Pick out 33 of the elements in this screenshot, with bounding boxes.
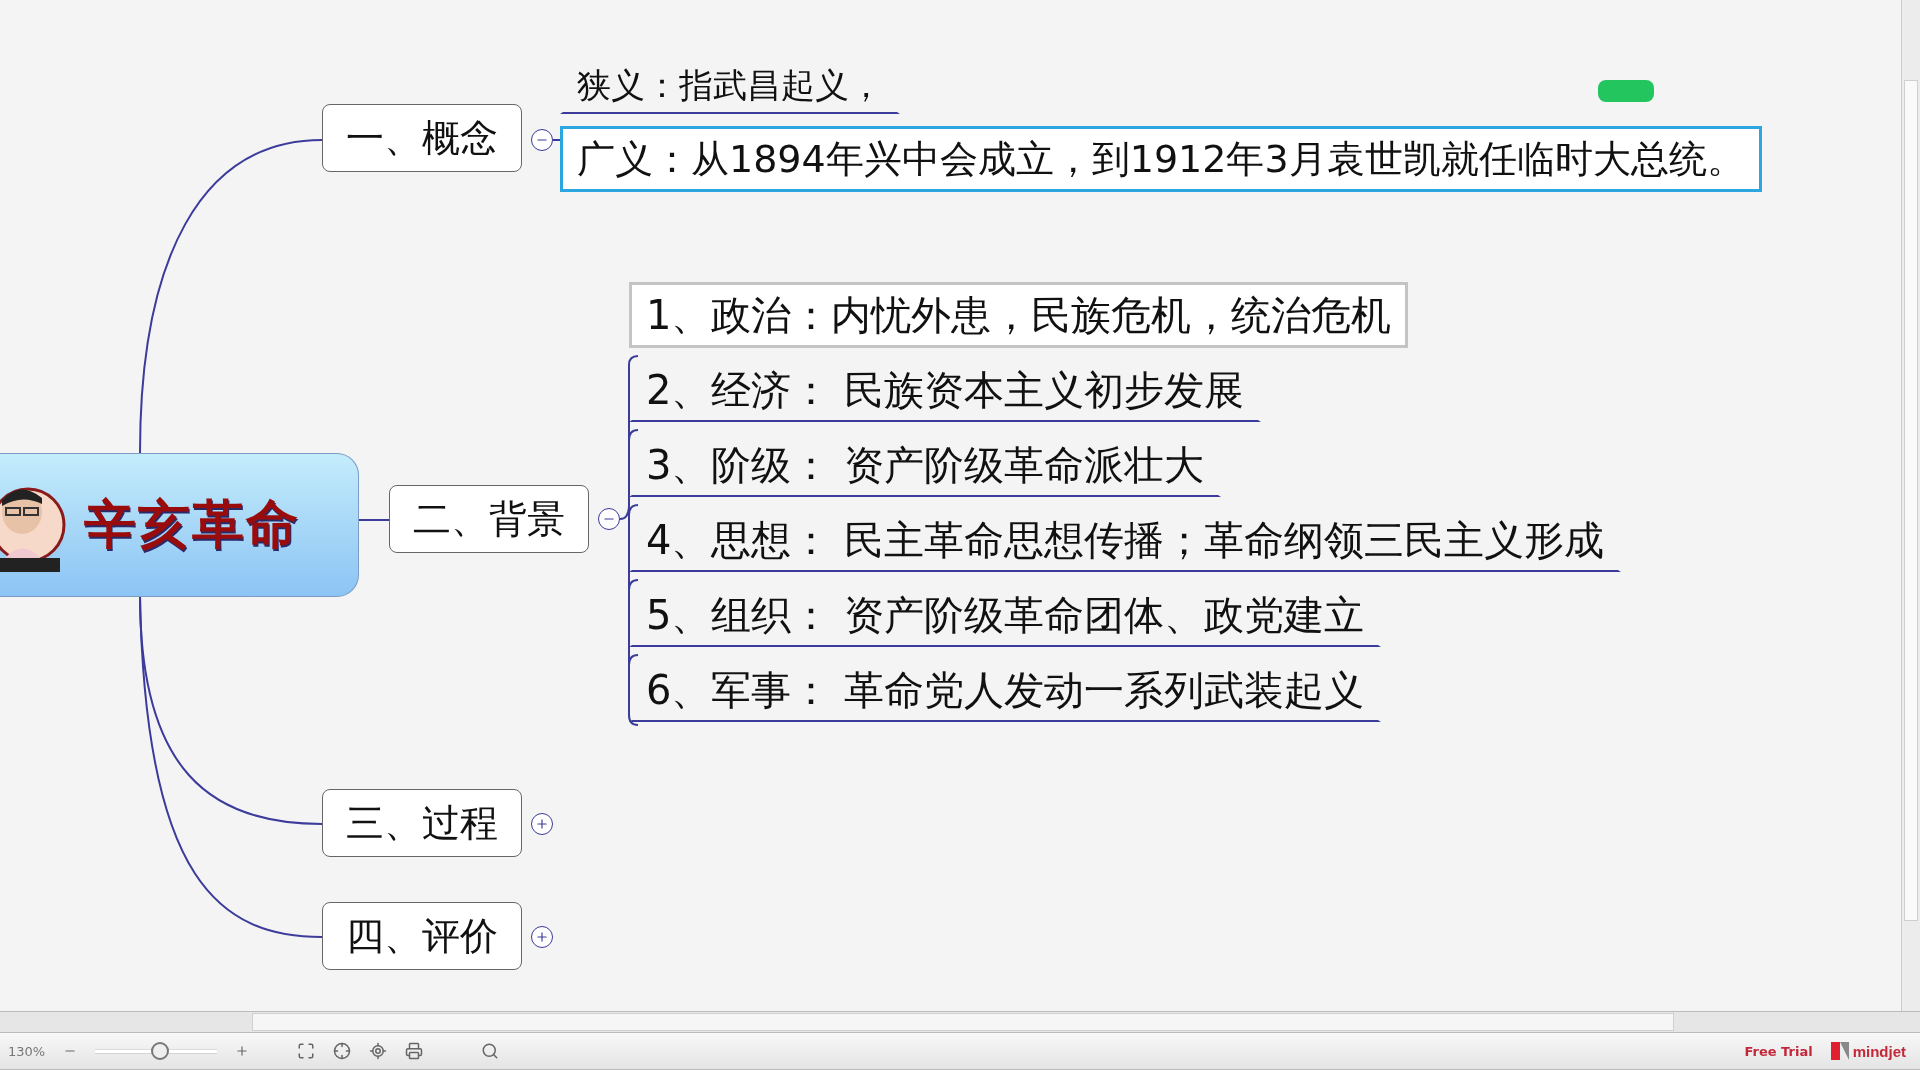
expand-icon[interactable] <box>531 813 553 835</box>
collapse-icon[interactable] <box>531 129 553 151</box>
subtopic[interactable]: 4、思想： 民主革命思想传播；革命纲领三民主义形成 <box>629 507 1622 572</box>
free-trial-label: Free Trial <box>1744 1043 1813 1059</box>
locate-icon[interactable] <box>369 1042 388 1060</box>
center-icon[interactable] <box>333 1042 352 1060</box>
central-topic-title: 辛亥革命 <box>84 492 300 556</box>
subtopic[interactable]: 5、组织： 资产阶级革命团体、政党建立 <box>629 582 1382 647</box>
slider-thumb[interactable] <box>151 1042 170 1060</box>
tag-icon <box>1598 80 1654 102</box>
zoom-level: 130% <box>8 1043 46 1059</box>
subtopic[interactable]: 3、阶级： 资产阶级革命派壮大 <box>629 432 1222 497</box>
branch-topic[interactable]: 二、背景 <box>389 485 589 553</box>
subtopic[interactable]: 1、政治：内忧外患，民族危机，统治危机 <box>629 282 1409 348</box>
branch-topic[interactable]: 三、过程 <box>322 789 522 857</box>
connector-line <box>358 519 390 521</box>
brand-name: mindjet <box>1852 1042 1906 1060</box>
branch-topic[interactable]: 一、概念 <box>322 104 522 172</box>
branch-topic[interactable]: 四、评价 <box>322 902 522 970</box>
subtopic[interactable]: 狭义：指武昌起义， <box>560 62 900 114</box>
expand-icon[interactable] <box>531 926 553 948</box>
search-icon[interactable] <box>481 1042 500 1060</box>
subtopic[interactable]: 广义：从1894年兴中会成立，到1912年3月袁世凯就任临时大总统。 <box>560 126 1762 192</box>
logo-icon <box>1830 1042 1849 1060</box>
subtopic[interactable]: 2、经济： 民族资本主义初步发展 <box>629 357 1262 422</box>
fit-map-icon[interactable] <box>297 1042 316 1060</box>
scrollbar-thumb[interactable] <box>1904 80 1918 921</box>
connector-line <box>552 139 561 141</box>
printer-icon[interactable] <box>405 1042 424 1060</box>
collapse-icon[interactable] <box>598 508 620 530</box>
central-topic[interactable]: 辛亥革命 <box>0 453 359 597</box>
subtopic[interactable]: 6、军事： 革命党人发动一系列武装起义 <box>629 657 1382 722</box>
scrollbar-thumb[interactable] <box>252 1013 1674 1031</box>
